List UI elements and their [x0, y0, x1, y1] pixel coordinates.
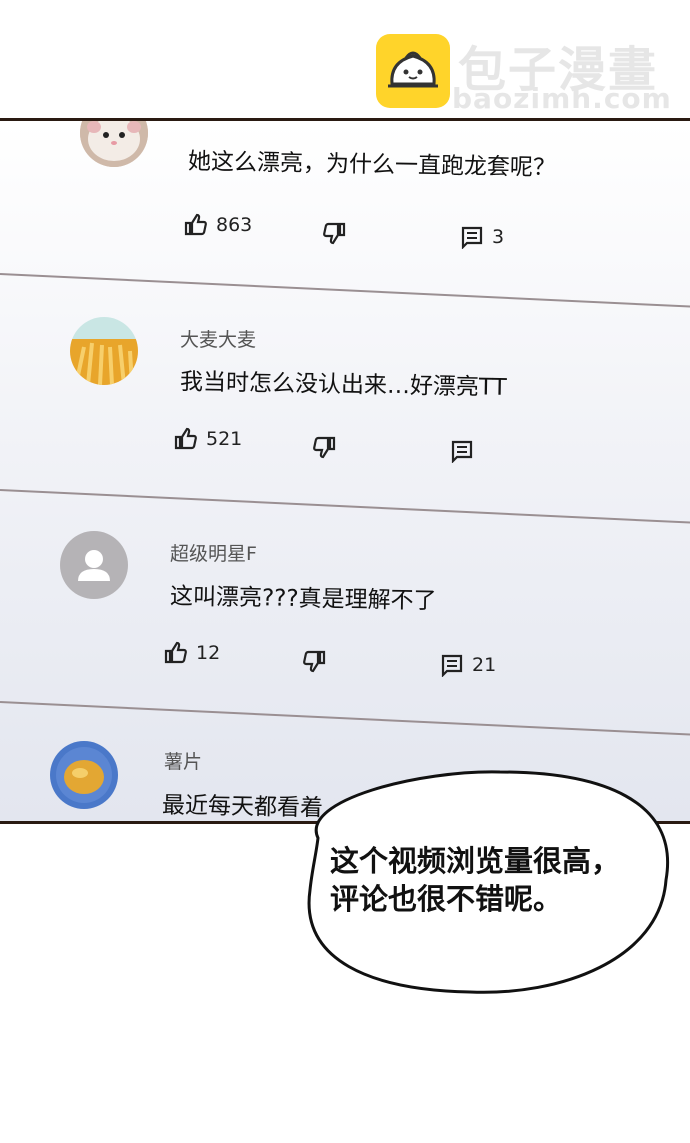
speech-bubble-text: 这个视频浏览量很高， 评论也很不错呢。: [330, 842, 650, 918]
speech-line-2: 评论也很不错呢。: [330, 882, 563, 916]
speech-line-1: 这个视频浏览量很高，: [330, 844, 621, 878]
speech-bubble: [307, 770, 670, 994]
